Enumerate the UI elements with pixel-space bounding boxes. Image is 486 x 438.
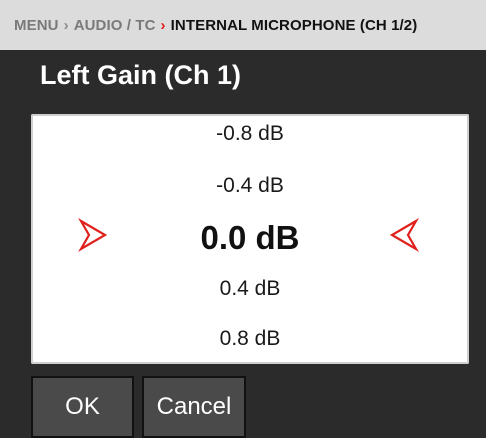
breadcrumb-item-current: INTERNAL MICROPHONE (CH 1/2) [170,16,418,34]
breadcrumb-separator-icon: › [63,16,69,34]
cancel-button[interactable]: Cancel [142,376,246,438]
picker-option[interactable]: -0.8 dB [31,122,469,146]
ok-button[interactable]: OK [31,376,134,438]
gain-value-picker[interactable]: -0.8 dB -0.4 dB 0.0 dB 0.4 dB 0.8 dB [31,114,469,364]
picker-option[interactable]: 0.4 dB [31,277,469,301]
chevron-left-outline-icon [389,218,419,252]
chevron-right-outline-icon [78,218,108,252]
breadcrumb-item-menu[interactable]: MENU [14,17,59,34]
page-title: Left Gain (Ch 1) [40,60,241,90]
breadcrumb-separator-active-icon: › [160,16,166,34]
picker-option[interactable]: 0.8 dB [31,327,469,351]
screen: MENU › AUDIO / TC › INTERNAL MICROPHONE … [0,0,486,438]
breadcrumb: MENU › AUDIO / TC › INTERNAL MICROPHONE … [0,0,486,50]
breadcrumb-item-audio-tc[interactable]: AUDIO / TC [74,17,156,34]
picker-option[interactable]: -0.4 dB [31,174,469,198]
